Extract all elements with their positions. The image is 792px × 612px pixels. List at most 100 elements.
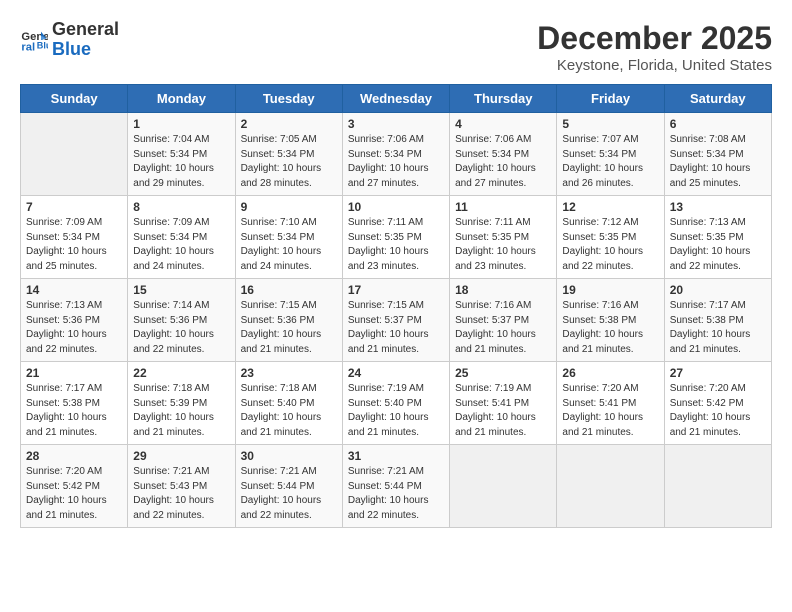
day-info: Sunrise: 7:11 AM Sunset: 5:35 PM Dayligh… [348,216,444,274]
day-info: Sunrise: 7:05 AM Sunset: 5:34 PM Dayligh… [241,133,337,191]
day-info: Sunrise: 7:16 AM Sunset: 5:38 PM Dayligh… [562,299,658,357]
weekday-header-tuesday: Tuesday [235,85,342,113]
day-number: 3 [348,117,444,131]
calendar-week-5: 28Sunrise: 7:20 AM Sunset: 5:42 PM Dayli… [21,445,772,528]
day-info: Sunrise: 7:15 AM Sunset: 5:36 PM Dayligh… [241,299,337,357]
calendar-cell: 6 Sunrise: 7:08 AM Sunset: 5:34 PM Daylig… [664,113,771,196]
day-number: 23 [241,366,337,380]
day-number: 4 [455,117,551,131]
day-info: Sunrise: 7:19 AM Sunset: 5:40 PM Dayligh… [348,382,444,440]
day-number: 15 [133,283,229,297]
calendar-cell: 22Sunrise: 7:18 AM Sunset: 5:39 PM Dayli… [128,362,235,445]
calendar-cell: 25 Sunrise: 7:19 AM Sunset: 5:41 PM Dayli… [450,362,557,445]
day-info: Sunrise: 7:17 AM Sunset: 5:38 PM Dayligh… [670,299,766,357]
day-info: Sunrise: 7:13 AM Sunset: 5:35 PM Dayligh… [670,216,766,274]
page-header: Gene ral Blue General Blue December 2025… [20,20,772,74]
calendar-cell: 20 Sunrise: 7:17 AM Sunset: 5:38 PM Dayli… [664,279,771,362]
day-info: Sunrise: 7:06 AM Sunset: 5:34 PM Dayligh… [348,133,444,191]
day-number: 10 [348,200,444,214]
logo-icon: Gene ral Blue [20,26,48,54]
day-info: Sunrise: 7:21 AM Sunset: 5:44 PM Dayligh… [241,465,337,523]
day-number: 21 [26,366,122,380]
calendar-cell: 16 Sunrise: 7:15 AM Sunset: 5:36 PM Dayli… [235,279,342,362]
day-number: 13 [670,200,766,214]
day-number: 16 [241,283,337,297]
calendar-cell: 13 Sunrise: 7:13 AM Sunset: 5:35 PM Dayli… [664,196,771,279]
day-number: 30 [241,449,337,463]
logo-text-line2: Blue [52,40,119,60]
calendar-header-row: SundayMondayTuesdayWednesdayThursdayFrid… [21,85,772,113]
calendar-cell: 12 Sunrise: 7:12 AM Sunset: 5:35 PM Dayli… [557,196,664,279]
day-number: 25 [455,366,551,380]
day-number: 29 [133,449,229,463]
day-info: Sunrise: 7:08 AM Sunset: 5:34 PM Dayligh… [670,133,766,191]
day-number: 17 [348,283,444,297]
day-info: Sunrise: 7:07 AM Sunset: 5:34 PM Dayligh… [562,133,658,191]
calendar-table: SundayMondayTuesdayWednesdayThursdayFrid… [20,84,772,528]
day-info: Sunrise: 7:18 AM Sunset: 5:39 PM Dayligh… [133,382,229,440]
day-number: 1 [133,117,229,131]
weekday-header-thursday: Thursday [450,85,557,113]
calendar-cell: 5Sunrise: 7:07 AM Sunset: 5:34 PM Daylig… [557,113,664,196]
weekday-header-monday: Monday [128,85,235,113]
day-number: 7 [26,200,122,214]
calendar-cell: 21 Sunrise: 7:17 AM Sunset: 5:38 PM Dayli… [21,362,128,445]
day-number: 20 [670,283,766,297]
calendar-cell: 1 Sunrise: 7:04 AM Sunset: 5:34 PM Daylig… [128,113,235,196]
calendar-cell: 2 Sunrise: 7:05 AM Sunset: 5:34 PM Daylig… [235,113,342,196]
day-number: 12 [562,200,658,214]
day-info: Sunrise: 7:17 AM Sunset: 5:38 PM Dayligh… [26,382,122,440]
logo: Gene ral Blue General Blue [20,20,119,60]
day-number: 2 [241,117,337,131]
day-number: 18 [455,283,551,297]
title-block: December 2025 Keystone, Florida, United … [537,20,772,74]
calendar-cell: 8Sunrise: 7:09 AM Sunset: 5:34 PM Daylig… [128,196,235,279]
day-info: Sunrise: 7:06 AM Sunset: 5:34 PM Dayligh… [455,133,551,191]
day-number: 24 [348,366,444,380]
day-info: Sunrise: 7:20 AM Sunset: 5:41 PM Dayligh… [562,382,658,440]
calendar-cell: 27Sunrise: 7:20 AM Sunset: 5:42 PM Dayli… [664,362,771,445]
day-info: Sunrise: 7:09 AM Sunset: 5:34 PM Dayligh… [133,216,229,274]
calendar-title: December 2025 [537,20,772,57]
calendar-cell: 11Sunrise: 7:11 AM Sunset: 5:35 PM Dayli… [450,196,557,279]
day-number: 27 [670,366,766,380]
calendar-cell [664,445,771,528]
day-number: 26 [562,366,658,380]
calendar-subtitle: Keystone, Florida, United States [537,57,772,74]
day-info: Sunrise: 7:12 AM Sunset: 5:35 PM Dayligh… [562,216,658,274]
weekday-header-saturday: Saturday [664,85,771,113]
day-number: 6 [670,117,766,131]
calendar-week-1: 1 Sunrise: 7:04 AM Sunset: 5:34 PM Daylig… [21,113,772,196]
calendar-cell [21,113,128,196]
calendar-cell: 10 Sunrise: 7:11 AM Sunset: 5:35 PM Dayli… [342,196,449,279]
day-info: Sunrise: 7:19 AM Sunset: 5:41 PM Dayligh… [455,382,551,440]
weekday-header-sunday: Sunday [21,85,128,113]
calendar-cell: 3 Sunrise: 7:06 AM Sunset: 5:34 PM Daylig… [342,113,449,196]
day-number: 31 [348,449,444,463]
calendar-cell: 28Sunrise: 7:20 AM Sunset: 5:42 PM Dayli… [21,445,128,528]
day-info: Sunrise: 7:04 AM Sunset: 5:34 PM Dayligh… [133,133,229,191]
calendar-cell: 31 Sunrise: 7:21 AM Sunset: 5:44 PM Dayli… [342,445,449,528]
day-info: Sunrise: 7:10 AM Sunset: 5:34 PM Dayligh… [241,216,337,274]
svg-text:Blue: Blue [37,40,48,50]
day-info: Sunrise: 7:21 AM Sunset: 5:43 PM Dayligh… [133,465,229,523]
day-number: 14 [26,283,122,297]
day-number: 28 [26,449,122,463]
calendar-body: 1 Sunrise: 7:04 AM Sunset: 5:34 PM Daylig… [21,113,772,528]
weekday-header-friday: Friday [557,85,664,113]
day-info: Sunrise: 7:13 AM Sunset: 5:36 PM Dayligh… [26,299,122,357]
day-info: Sunrise: 7:16 AM Sunset: 5:37 PM Dayligh… [455,299,551,357]
logo-text-line1: General [52,20,119,40]
svg-text:ral: ral [21,41,35,53]
calendar-cell: 9 Sunrise: 7:10 AM Sunset: 5:34 PM Daylig… [235,196,342,279]
day-info: Sunrise: 7:18 AM Sunset: 5:40 PM Dayligh… [241,382,337,440]
calendar-cell [450,445,557,528]
day-number: 9 [241,200,337,214]
day-info: Sunrise: 7:15 AM Sunset: 5:37 PM Dayligh… [348,299,444,357]
calendar-cell: 14 Sunrise: 7:13 AM Sunset: 5:36 PM Dayli… [21,279,128,362]
calendar-cell: 29 Sunrise: 7:21 AM Sunset: 5:43 PM Dayli… [128,445,235,528]
day-info: Sunrise: 7:14 AM Sunset: 5:36 PM Dayligh… [133,299,229,357]
day-info: Sunrise: 7:21 AM Sunset: 5:44 PM Dayligh… [348,465,444,523]
calendar-week-2: 7 Sunrise: 7:09 AM Sunset: 5:34 PM Daylig… [21,196,772,279]
calendar-week-3: 14 Sunrise: 7:13 AM Sunset: 5:36 PM Dayli… [21,279,772,362]
